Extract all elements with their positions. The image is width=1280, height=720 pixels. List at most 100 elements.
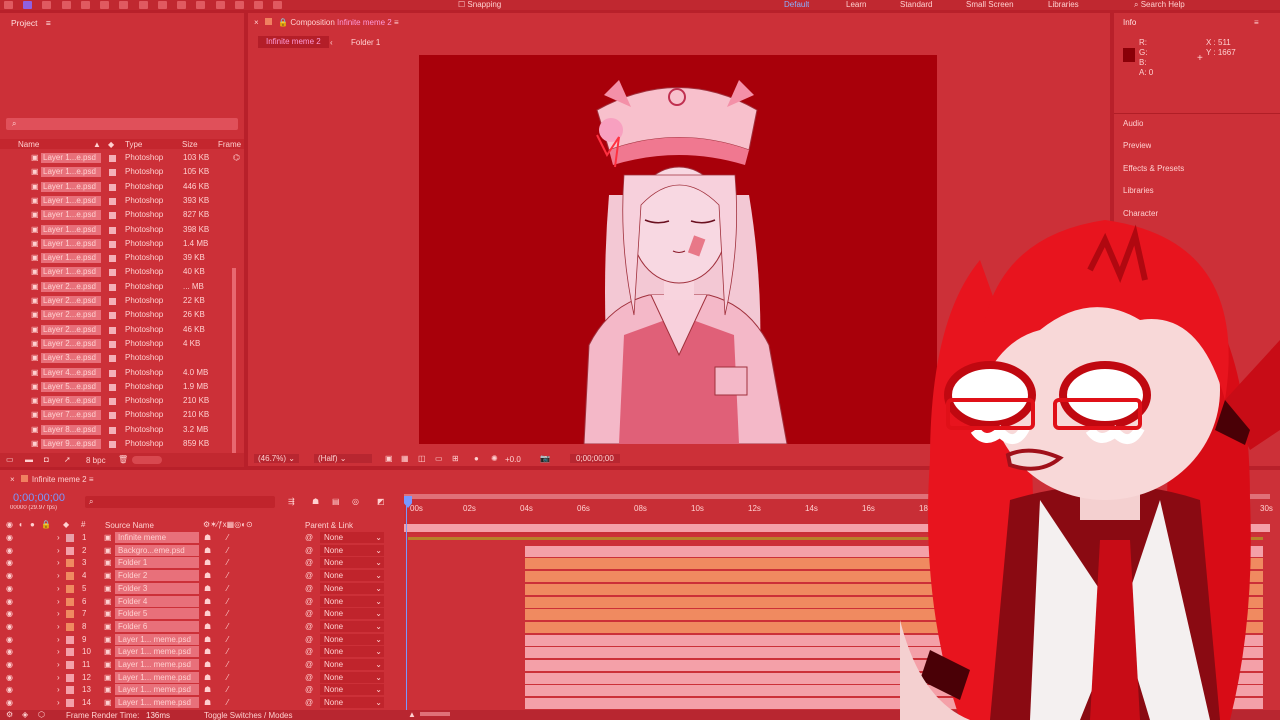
video-toggle-icon[interactable]: ◉ xyxy=(6,520,13,529)
shy-icon[interactable]: ☗ xyxy=(204,558,211,567)
pick-whip-icon[interactable]: @ xyxy=(305,660,313,669)
project-item[interactable]: ▣ Layer 2...e.psd Photoshop 46 KB xyxy=(0,323,244,337)
layer-name[interactable]: Folder 3 xyxy=(115,582,199,594)
panel-menu-icon[interactable]: ≡ xyxy=(394,18,399,27)
expand-arrow-icon[interactable]: › xyxy=(57,558,60,567)
project-item[interactable]: ▣ Layer 1...e.psd Photoshop 103 KB xyxy=(0,151,244,165)
project-item[interactable]: ▣ Layer 7...e.psd Photoshop 210 KB xyxy=(0,408,244,422)
parent-dropdown[interactable]: None ⌄ xyxy=(320,608,384,620)
pan-behind-icon[interactable] xyxy=(119,1,129,9)
zoom-out-icon[interactable]: ▲ xyxy=(408,710,416,719)
transfer-controls-icon[interactable]: ◈ xyxy=(22,710,28,719)
eye-icon[interactable]: ◉ xyxy=(6,698,13,707)
layer-row[interactable]: ◉ › 2 ▣ Backgro...eme.psd ☗ ⁄ @ None ⌄ xyxy=(0,544,404,558)
new-folder-icon[interactable]: ▬ xyxy=(25,455,33,464)
layer-row[interactable]: ◉ › 12 ▣ Layer 1... meme.psd ☗ ⁄ @ None ⌄ xyxy=(0,671,404,685)
home-icon[interactable] xyxy=(4,1,13,9)
exposure-value[interactable]: +0.0 xyxy=(505,455,521,464)
quality-icon[interactable]: ⁄ xyxy=(227,635,228,644)
parent-dropdown[interactable]: None ⌄ xyxy=(320,671,384,683)
layer-name[interactable]: Layer 1... meme.psd xyxy=(115,659,199,670)
rotate-tool-icon[interactable] xyxy=(80,1,90,9)
quality-icon[interactable]: ⁄ xyxy=(227,673,228,682)
shy-icon[interactable]: ☗ xyxy=(204,660,211,669)
search-help-field[interactable]: ⌕ Search Help xyxy=(1134,0,1185,9)
trash-icon[interactable]: 🗑 xyxy=(118,455,128,464)
graph-editor-icon[interactable]: ◩ xyxy=(377,497,385,506)
eye-icon[interactable]: ◉ xyxy=(6,597,13,606)
pick-whip-icon[interactable]: @ xyxy=(305,584,313,593)
layer-name[interactable]: Layer 1... meme.psd xyxy=(115,646,199,658)
layer-name[interactable]: Folder 6 xyxy=(115,620,199,632)
lock-icon[interactable]: 🔒 xyxy=(278,18,288,27)
shy-icon[interactable]: ☗ xyxy=(204,647,211,656)
shy-icon[interactable]: ☗ xyxy=(204,546,211,555)
layer-label-color[interactable] xyxy=(66,661,74,669)
close-icon[interactable]: × xyxy=(10,475,15,484)
layer-label-color[interactable] xyxy=(66,673,74,682)
layer-row[interactable]: ◉ › 9 ▣ Layer 1... meme.psd ☗ ⁄ @ None ⌄ xyxy=(0,633,404,647)
shy-icon[interactable]: ☗ xyxy=(204,584,211,593)
resolution-dropdown[interactable]: (Half) ⌄ xyxy=(314,454,372,463)
project-item[interactable]: ▣ Layer 1...e.psd Photoshop 40 KB xyxy=(0,265,244,279)
puppet-tool-icon[interactable] xyxy=(273,1,283,9)
layer-label-color[interactable] xyxy=(66,635,74,644)
close-icon[interactable]: × xyxy=(254,18,259,27)
shy-icon[interactable]: ☗ xyxy=(204,673,211,682)
expand-arrow-icon[interactable]: › xyxy=(57,647,60,656)
layer-name[interactable]: Layer 1... meme.psd xyxy=(115,671,199,683)
quality-icon[interactable]: ⁄ xyxy=(227,698,228,707)
layer-name[interactable]: Infinite meme xyxy=(115,532,199,543)
eye-icon[interactable]: ◉ xyxy=(6,609,13,618)
timeline-zoom-slider[interactable] xyxy=(420,712,450,716)
project-item[interactable]: ▣ Layer 2...e.psd Photoshop ... MB xyxy=(0,280,244,294)
layer-name[interactable]: Layer 1... meme.psd xyxy=(115,633,199,645)
parent-dropdown[interactable]: None ⌄ xyxy=(320,532,384,543)
col-source-name[interactable]: Source Name xyxy=(105,521,154,530)
pick-whip-icon[interactable]: @ xyxy=(305,546,313,555)
toggle-switches-modes[interactable]: Toggle Switches / Modes xyxy=(204,711,293,720)
new-composition-icon[interactable]: ◘ xyxy=(44,455,49,464)
panel-menu-icon[interactable]: ≡ xyxy=(89,475,94,484)
section-preview[interactable]: Preview xyxy=(1123,141,1151,150)
layer-label-color[interactable] xyxy=(66,572,74,581)
project-item[interactable]: ▣ Layer 1...e.psd Photoshop 39 KB xyxy=(0,251,244,265)
project-item[interactable]: ▣ Layer 5...e.psd Photoshop 1.9 MB xyxy=(0,380,244,394)
project-item[interactable]: ▣ Layer 2...e.psd Photoshop 22 KB xyxy=(0,294,244,308)
shy-icon[interactable]: ☗ xyxy=(204,622,211,631)
layer-row[interactable]: ◉ › 14 ▣ Layer 1... meme.psd ☗ ⁄ @ None ⌄ xyxy=(0,697,404,710)
project-item[interactable]: ▣ Layer 3...e.psd Photoshop xyxy=(0,351,244,365)
project-scrollbar[interactable] xyxy=(232,268,236,458)
parent-dropdown[interactable]: None ⌄ xyxy=(320,595,384,607)
parent-dropdown[interactable]: None ⌄ xyxy=(320,582,384,594)
color-channels-icon[interactable]: ● xyxy=(474,454,479,463)
parent-dropdown[interactable]: None ⌄ xyxy=(320,544,384,556)
project-item[interactable]: ▣ Layer 4...e.psd Photoshop 4.0 MB xyxy=(0,366,244,380)
viewer-timecode[interactable]: 0;00;00;00 xyxy=(570,454,620,463)
layer-label-color[interactable] xyxy=(66,546,74,555)
layer-row[interactable]: ◉ › 8 ▣ Folder 6 ☗ ⁄ @ None ⌄ xyxy=(0,620,404,634)
parent-dropdown[interactable]: None ⌄ xyxy=(320,570,384,582)
grid-icon[interactable]: ⊞ xyxy=(452,454,459,463)
render-queue-icon[interactable]: ➚ xyxy=(64,455,71,464)
project-item[interactable]: ▣ Layer 1...e.psd Photoshop 398 KB xyxy=(0,223,244,237)
layer-name[interactable]: Folder 4 xyxy=(115,595,199,607)
layer-row[interactable]: ◉ › 3 ▣ Folder 1 ☗ ⁄ @ None ⌄ xyxy=(0,557,404,570)
panel-menu-icon[interactable]: ≡ xyxy=(1254,18,1259,27)
eye-icon[interactable]: ◉ xyxy=(6,546,13,555)
hand-tool-icon[interactable] xyxy=(42,1,52,9)
layer-name[interactable]: Folder 1 xyxy=(115,557,199,569)
clone-stamp-icon[interactable] xyxy=(215,1,225,9)
expand-arrow-icon[interactable]: › xyxy=(57,571,60,580)
layer-row[interactable]: ◉ › 10 ▣ Layer 1... meme.psd ☗ ⁄ @ None ⌄ xyxy=(0,646,404,659)
parent-dropdown[interactable]: None ⌄ xyxy=(320,633,384,645)
quality-icon[interactable]: ⁄ xyxy=(227,647,228,656)
layer-label-color[interactable] xyxy=(66,559,74,568)
eye-icon[interactable]: ◉ xyxy=(6,635,13,644)
layer-search-input[interactable]: ⌕ xyxy=(85,496,275,508)
layer-row[interactable]: ◉ › 5 ▣ Folder 3 ☗ ⁄ @ None ⌄ xyxy=(0,582,404,596)
solo-icon[interactable]: ● xyxy=(30,520,35,529)
snapshot-icon[interactable]: 📷 xyxy=(540,454,550,463)
layer-label-color[interactable] xyxy=(66,597,74,606)
guides-icon[interactable]: ▭ xyxy=(435,454,443,463)
